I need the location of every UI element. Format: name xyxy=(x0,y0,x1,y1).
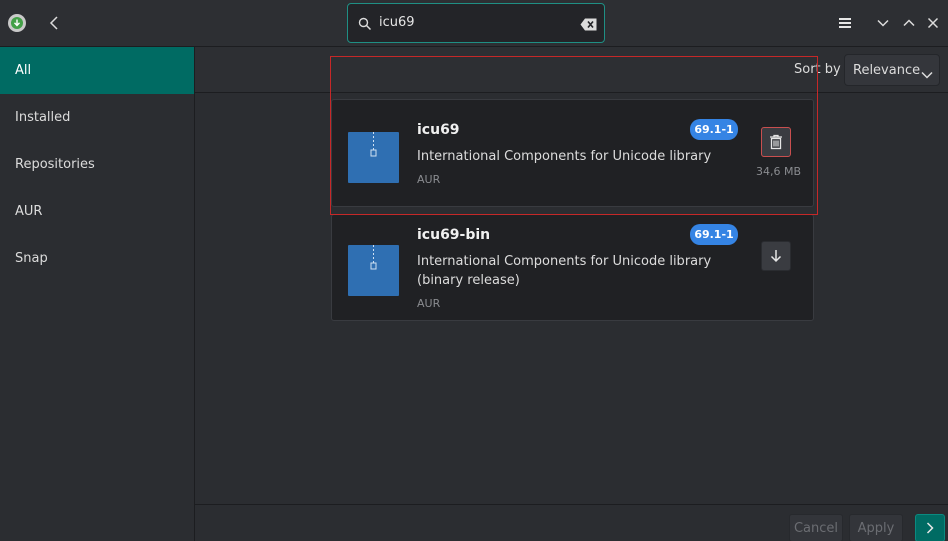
sidebar-item-label: Repositories xyxy=(15,157,95,172)
maximize-button[interactable] xyxy=(898,12,920,34)
package-archive-icon xyxy=(348,245,399,296)
sort-bar: Sort by Relevance xyxy=(195,47,948,93)
remove-button[interactable] xyxy=(761,127,791,157)
package-size: 34,6 MB xyxy=(756,165,802,178)
close-button[interactable] xyxy=(922,12,944,34)
sidebar-item-label: AUR xyxy=(15,204,43,219)
trash-icon xyxy=(770,134,782,150)
chevron-down-icon xyxy=(921,64,933,83)
sidebar-item-label: All xyxy=(15,63,32,78)
close-icon xyxy=(927,17,939,29)
clear-search-icon[interactable] xyxy=(580,16,597,35)
sidebar-item-snap[interactable]: Snap xyxy=(0,235,194,282)
package-card-icu69-bin[interactable]: icu69-bin International Components for U… xyxy=(331,214,814,321)
sort-label: Sort by xyxy=(794,62,841,77)
search-input[interactable]: icu69 xyxy=(379,15,415,30)
chevron-right-icon xyxy=(926,522,934,534)
package-name: icu69 xyxy=(417,122,460,138)
bottom-bar: Cancel Apply xyxy=(195,504,948,541)
chevron-left-icon xyxy=(49,16,58,30)
package-repo: AUR xyxy=(417,297,441,310)
apply-button[interactable]: Apply xyxy=(849,514,903,541)
package-description: International Components for Unicode lib… xyxy=(417,149,712,164)
menu-button[interactable] xyxy=(834,12,856,34)
sidebar-item-all[interactable]: All xyxy=(0,47,194,94)
package-card-icu69[interactable]: icu69 International Components for Unico… xyxy=(331,99,814,207)
chevron-down-icon xyxy=(877,19,889,27)
sort-dropdown[interactable]: Relevance xyxy=(844,54,940,86)
chevron-up-icon xyxy=(903,19,915,27)
sidebar: All Installed Repositories AUR Snap xyxy=(0,47,195,541)
download-arrow-icon xyxy=(770,250,782,263)
package-archive-icon xyxy=(348,132,399,183)
sidebar-item-installed[interactable]: Installed xyxy=(0,94,194,141)
version-badge: 69.1-1 xyxy=(690,224,738,245)
sidebar-item-label: Snap xyxy=(15,251,48,266)
next-button[interactable] xyxy=(915,514,945,541)
hamburger-menu-icon xyxy=(839,18,851,28)
minimize-button[interactable] xyxy=(872,12,894,34)
package-repo: AUR xyxy=(417,173,441,186)
search-field[interactable]: icu69 xyxy=(347,3,605,43)
back-button[interactable] xyxy=(44,12,66,34)
sidebar-item-aur[interactable]: AUR xyxy=(0,188,194,235)
app-logo-icon xyxy=(8,14,26,32)
package-description: International Components for Unicode lib… xyxy=(417,254,712,288)
search-icon xyxy=(358,16,372,35)
sidebar-item-repositories[interactable]: Repositories xyxy=(0,141,194,188)
header-bar: icu69 xyxy=(0,0,948,47)
sort-selected-value: Relevance xyxy=(853,63,921,78)
version-badge: 69.1-1 xyxy=(690,119,738,140)
cancel-button[interactable]: Cancel xyxy=(789,514,843,541)
install-button[interactable] xyxy=(761,241,791,271)
package-name: icu69-bin xyxy=(417,227,491,243)
sidebar-item-label: Installed xyxy=(15,110,71,125)
